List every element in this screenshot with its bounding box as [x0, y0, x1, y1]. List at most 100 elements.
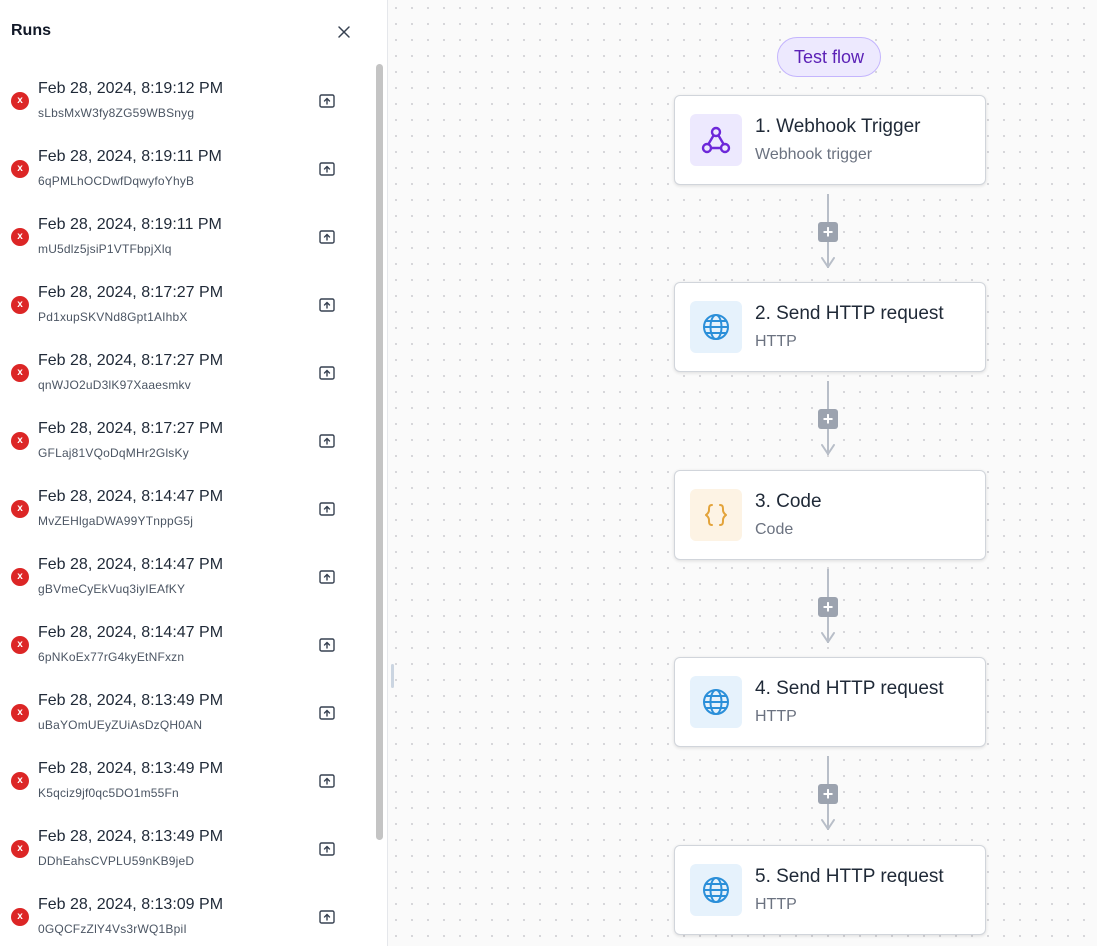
open-run-button[interactable]	[318, 840, 336, 858]
runs-header: Runs	[0, 0, 387, 64]
add-step-button[interactable]: +	[818, 409, 838, 429]
globe-icon	[703, 689, 729, 715]
step-subtitle: HTTP	[755, 333, 797, 350]
open-run-button[interactable]	[318, 432, 336, 450]
step-title: 1. Webhook Trigger	[755, 116, 921, 137]
flow-step-card[interactable]: 5. Send HTTP request HTTP	[674, 845, 986, 935]
flow-step-card[interactable]: 1. Webhook Trigger Webhook trigger	[674, 95, 986, 185]
run-item[interactable]: x Feb 28, 2024, 8:17:27 PM GFLaj81VQoDqMHr…	[0, 408, 376, 476]
run-date: Feb 28, 2024, 8:13:49 PM	[38, 828, 224, 845]
arrow-down-icon	[821, 257, 835, 268]
run-id: 6qPMLhOCDwfDqwyfoYhyB	[38, 174, 195, 188]
open-run-icon	[319, 434, 335, 448]
close-button[interactable]	[334, 22, 354, 42]
error-status-icon: x	[11, 704, 29, 722]
step-subtitle: Code	[755, 521, 794, 538]
open-run-button[interactable]	[318, 160, 336, 178]
step-connector: +	[818, 569, 838, 647]
run-id: uBaYOmUEyZUiAsDzQH0AN	[38, 718, 203, 732]
open-run-button[interactable]	[318, 500, 336, 518]
open-run-button[interactable]	[318, 296, 336, 314]
run-date: Feb 28, 2024, 8:13:49 PM	[38, 692, 224, 709]
step-connector: +	[818, 194, 838, 272]
run-item[interactable]: x Feb 28, 2024, 8:14:47 PM MvZEHlgaDWA99YT…	[0, 476, 376, 544]
run-id: DDhEahsCVPLU59nKB9jeD	[38, 854, 195, 868]
step-icon-box	[690, 489, 742, 541]
open-run-icon	[319, 502, 335, 516]
run-item[interactable]: x Feb 28, 2024, 8:14:47 PM gBVmeCyEkVuq3iy…	[0, 544, 376, 612]
open-run-button[interactable]	[318, 704, 336, 722]
run-item[interactable]: x Feb 28, 2024, 8:13:49 PM DDhEahsCVPLU59n…	[0, 816, 376, 884]
step-connector: +	[818, 381, 838, 459]
step-title: 4. Send HTTP request	[755, 678, 944, 699]
error-status-icon: x	[11, 92, 29, 110]
run-item[interactable]: x Feb 28, 2024, 8:19:12 PM sLbsMxW3fy8ZG59…	[0, 68, 376, 136]
run-id: gBVmeCyEkVuq3iyIEAfKY	[38, 582, 186, 596]
run-id: 0GQCFzZlY4Vs3rWQ1BpiI	[38, 922, 187, 936]
run-item[interactable]: x Feb 28, 2024, 8:13:49 PM uBaYOmUEyZUiAsD…	[0, 680, 376, 748]
add-step-button[interactable]: +	[818, 597, 838, 617]
run-id: Pd1xupSKVNd8Gpt1AIhbX	[38, 310, 188, 324]
error-status-icon: x	[11, 908, 29, 926]
run-item[interactable]: x Feb 28, 2024, 8:13:49 PM K5qciz9jf0qc5DO…	[0, 748, 376, 816]
run-item[interactable]: x Feb 28, 2024, 8:17:27 PM qnWJO2uD3lK97Xa…	[0, 340, 376, 408]
test-flow-button[interactable]: Test flow	[777, 37, 881, 77]
open-run-icon	[319, 774, 335, 788]
run-item[interactable]: x Feb 28, 2024, 8:14:47 PM 6pNKoEx77rG4kyE…	[0, 612, 376, 680]
run-date: Feb 28, 2024, 8:13:49 PM	[38, 760, 224, 777]
open-run-button[interactable]	[318, 228, 336, 246]
run-date: Feb 28, 2024, 8:14:47 PM	[38, 624, 224, 641]
step-subtitle: HTTP	[755, 896, 797, 913]
code-braces-icon	[705, 504, 727, 526]
open-run-button[interactable]	[318, 92, 336, 110]
step-subtitle: HTTP	[755, 708, 797, 725]
open-run-button[interactable]	[318, 568, 336, 586]
step-connector: +	[818, 756, 838, 834]
runs-title: Runs	[11, 22, 51, 39]
run-date: Feb 28, 2024, 8:17:27 PM	[38, 420, 224, 437]
open-run-icon	[319, 230, 335, 244]
run-id: qnWJO2uD3lK97Xaaesmkv	[38, 378, 191, 392]
flow-step-card[interactable]: 3. Code Code	[674, 470, 986, 560]
panel-resize-handle[interactable]	[391, 664, 394, 688]
open-run-icon	[319, 298, 335, 312]
runs-list: x Feb 28, 2024, 8:19:12 PM sLbsMxW3fy8ZG59…	[0, 68, 376, 946]
step-title: 3. Code	[755, 491, 822, 512]
open-run-icon	[319, 94, 335, 108]
open-run-button[interactable]	[318, 772, 336, 790]
run-item[interactable]: x Feb 28, 2024, 8:17:27 PM Pd1xupSKVNd8Gpt…	[0, 272, 376, 340]
flow-step-card[interactable]: 4. Send HTTP request HTTP	[674, 657, 986, 747]
error-status-icon: x	[11, 568, 29, 586]
flow-step-card[interactable]: 2. Send HTTP request HTTP	[674, 282, 986, 372]
run-date: Feb 28, 2024, 8:17:27 PM	[38, 284, 224, 301]
open-run-button[interactable]	[318, 364, 336, 382]
error-status-icon: x	[11, 840, 29, 858]
open-run-icon	[319, 366, 335, 380]
add-step-button[interactable]: +	[818, 222, 838, 242]
error-status-icon: x	[11, 364, 29, 382]
step-icon-box	[690, 676, 742, 728]
run-date: Feb 28, 2024, 8:19:11 PM	[38, 216, 222, 233]
step-title: 2. Send HTTP request	[755, 303, 944, 324]
runs-scrollbar[interactable]	[376, 64, 383, 946]
runs-scrollbar-thumb[interactable]	[376, 64, 383, 840]
run-item[interactable]: x Feb 28, 2024, 8:19:11 PM mU5dlz5jsiP1VTF…	[0, 204, 376, 272]
open-run-button[interactable]	[318, 908, 336, 926]
run-date: Feb 28, 2024, 8:19:12 PM	[38, 80, 224, 97]
arrow-down-icon	[821, 632, 835, 643]
run-id: 6pNKoEx77rG4kyEtNFxzn	[38, 650, 185, 664]
step-icon-box	[690, 114, 742, 166]
run-item[interactable]: x Feb 28, 2024, 8:19:11 PM 6qPMLhOCDwfDqwy…	[0, 136, 376, 204]
run-date: Feb 28, 2024, 8:19:11 PM	[38, 148, 222, 165]
open-run-icon	[319, 162, 335, 176]
runs-panel: Runs x Feb 28, 2024, 8:19:12 PM sLbsMxW3fy…	[0, 0, 388, 946]
run-id: mU5dlz5jsiP1VTFbpjXlq	[38, 242, 172, 256]
flow-canvas[interactable]: Test flow 1. Webhook Trigger Webhook trig…	[388, 0, 1097, 946]
error-status-icon: x	[11, 160, 29, 178]
open-run-icon	[319, 570, 335, 584]
open-run-icon	[319, 638, 335, 652]
step-icon-box	[690, 301, 742, 353]
open-run-button[interactable]	[318, 636, 336, 654]
add-step-button[interactable]: +	[818, 784, 838, 804]
run-item[interactable]: x Feb 28, 2024, 8:13:09 PM 0GQCFzZlY4Vs3rW…	[0, 884, 376, 946]
